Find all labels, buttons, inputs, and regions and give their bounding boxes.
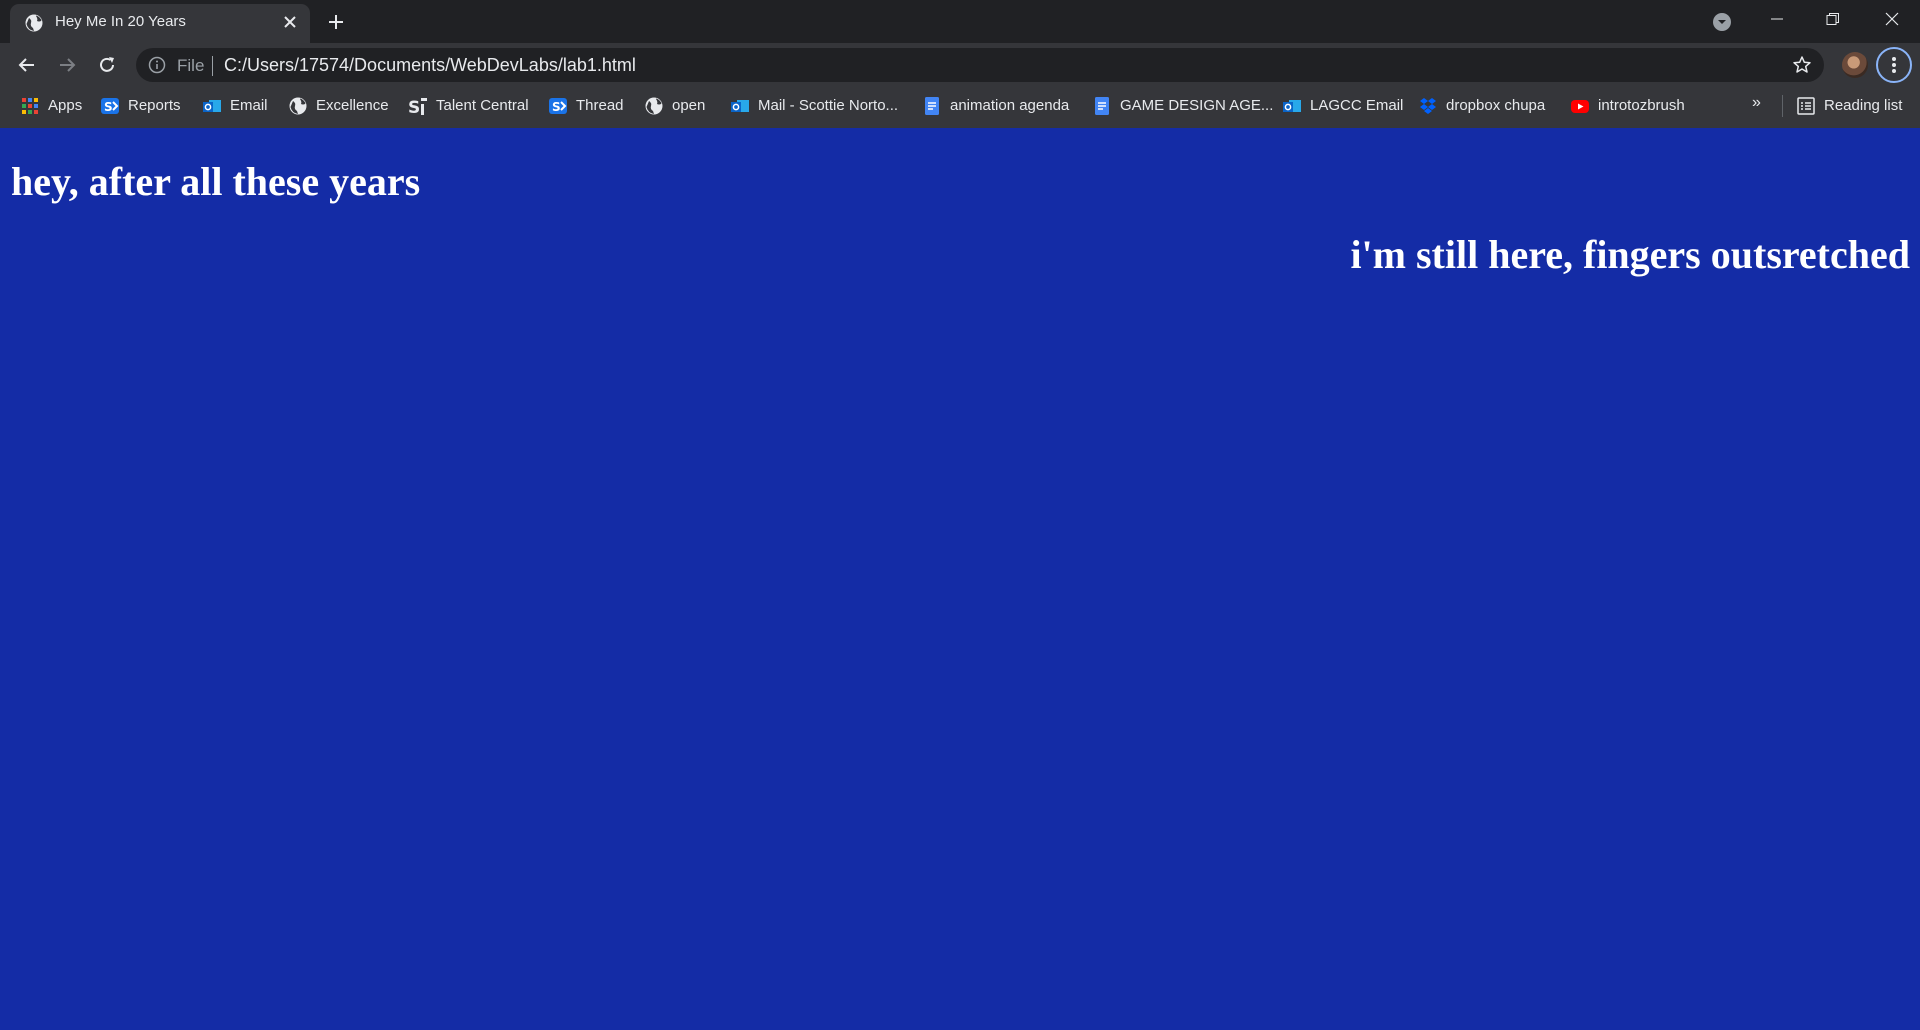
- outlook-icon: [1283, 99, 1301, 112]
- reading-list-button[interactable]: Reading list: [1790, 87, 1908, 124]
- tab-search-icon[interactable]: [1710, 10, 1734, 34]
- arrow-right-icon: [60, 58, 76, 72]
- bookmark-excellence[interactable]: Excellence: [282, 87, 395, 124]
- more-vert-icon: [1892, 57, 1896, 73]
- bookmark-label: open: [672, 97, 706, 114]
- bookmark-reports[interactable]: S Reports: [94, 87, 187, 124]
- bookmark-label: Thread: [576, 97, 624, 114]
- arrow-left-icon: [18, 58, 34, 72]
- bookmark-game-design[interactable]: GAME DESIGN AGE...: [1086, 87, 1279, 124]
- bookmark-label: Excellence: [316, 97, 389, 114]
- reload-button[interactable]: [92, 50, 122, 80]
- docs-icon: [925, 96, 939, 115]
- minimize-icon: [1771, 18, 1783, 20]
- back-button[interactable]: [12, 50, 42, 80]
- reading-list-label: Reading list: [1824, 97, 1903, 114]
- bookmark-label: Email: [230, 97, 268, 114]
- bookmark-mail-scottie[interactable]: Mail - Scottie Norto...: [724, 87, 904, 124]
- bookmarks-bar: Apps S Reports Email Excellence S Talent…: [0, 87, 1920, 128]
- bookmark-open[interactable]: open: [638, 87, 711, 124]
- bookmarks-divider: [1782, 95, 1783, 117]
- minimize-button[interactable]: [1749, 0, 1805, 38]
- page-heading-left: hey, after all these years: [11, 159, 421, 204]
- close-icon: [1885, 12, 1899, 26]
- outlook-icon: [203, 99, 221, 112]
- bookmark-introtozbrush[interactable]: introtozbrush: [1564, 87, 1691, 124]
- url-scheme-label: File: [177, 56, 205, 75]
- info-icon[interactable]: [148, 56, 166, 74]
- bookmark-star-icon[interactable]: [1792, 55, 1812, 75]
- bookmark-label: introtozbrush: [1598, 97, 1685, 114]
- bookmark-label: LAGCC Email: [1310, 97, 1404, 114]
- reload-icon: [100, 57, 114, 72]
- bookmark-label: animation agenda: [950, 97, 1070, 114]
- address-bar[interactable]: File C:/Users/17574/Documents/WebDevLabs…: [136, 48, 1824, 82]
- bookmark-label: Talent Central: [436, 97, 529, 114]
- apps-grid-icon: [22, 97, 38, 114]
- restore-icon: [1826, 13, 1839, 25]
- youtube-icon: [1571, 99, 1589, 113]
- outlook-icon: [731, 99, 749, 112]
- forward-button[interactable]: [52, 50, 82, 80]
- reading-list-icon: [1797, 96, 1815, 115]
- page-heading-right: i'm still here, fingers outsretched: [1350, 232, 1910, 277]
- sharepoint-icon: S: [101, 97, 119, 114]
- close-tab-icon[interactable]: [280, 12, 300, 32]
- bookmark-label: dropbox chupa: [1446, 97, 1546, 114]
- bookmark-apps[interactable]: Apps: [14, 87, 88, 124]
- bookmark-dropbox-chupa[interactable]: dropbox chupa: [1412, 87, 1551, 124]
- bookmark-lagcc-email[interactable]: LAGCC Email: [1276, 87, 1409, 124]
- restore-button[interactable]: [1805, 0, 1861, 38]
- profile-avatar[interactable]: [1842, 52, 1868, 78]
- url-text[interactable]: C:/Users/17574/Documents/WebDevLabs/lab1…: [224, 55, 636, 76]
- svg-text:S: S: [104, 100, 113, 114]
- bookmark-animation-agenda[interactable]: animation agenda: [916, 87, 1075, 124]
- browser-menu-button[interactable]: [1876, 47, 1912, 83]
- new-tab-icon[interactable]: [324, 10, 348, 34]
- bookmark-label: Reports: [128, 97, 181, 114]
- bookmark-thread[interactable]: S Thread: [542, 87, 630, 124]
- sharepoint-icon: S: [549, 97, 567, 114]
- toolbar: File C:/Users/17574/Documents/WebDevLabs…: [0, 43, 1920, 87]
- sfi-icon: S: [408, 97, 427, 116]
- tab-title: Hey Me In 20 Years: [55, 13, 186, 30]
- svg-text:S: S: [408, 98, 420, 116]
- svg-text:S: S: [552, 100, 561, 114]
- bookmark-label: GAME DESIGN AGE...: [1120, 97, 1274, 114]
- url-separator: [212, 56, 213, 76]
- page-content: hey, after all these years i'm still her…: [0, 128, 1920, 1030]
- bookmark-label: Mail - Scottie Norto...: [758, 97, 899, 114]
- globe-icon: [289, 97, 307, 114]
- close-window-button[interactable]: [1864, 0, 1920, 38]
- dropbox-icon: [1420, 97, 1436, 114]
- tab-strip: Hey Me In 20 Years: [0, 0, 1920, 43]
- bookmark-talent-central[interactable]: S Talent Central: [402, 87, 535, 124]
- docs-icon: [1095, 96, 1109, 115]
- globe-icon: [645, 97, 663, 114]
- more-bookmarks-button[interactable]: »: [1752, 94, 1761, 112]
- bookmark-label: Apps: [48, 97, 83, 114]
- globe-icon: [25, 14, 43, 32]
- bookmark-email[interactable]: Email: [196, 87, 274, 124]
- active-tab[interactable]: Hey Me In 20 Years: [10, 4, 310, 43]
